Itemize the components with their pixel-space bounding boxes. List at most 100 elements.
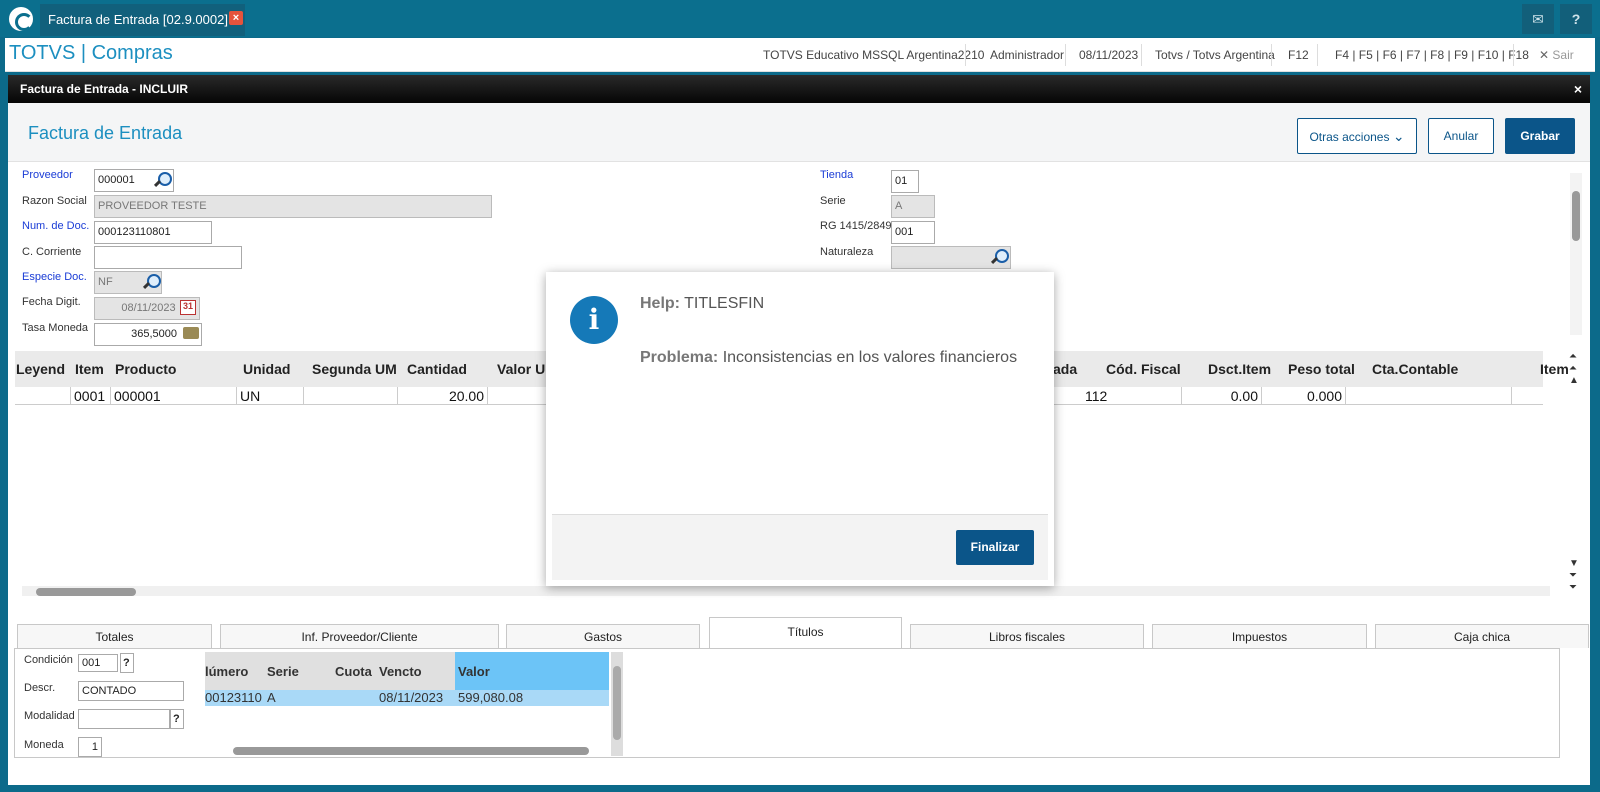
money-icon[interactable]	[183, 327, 199, 339]
more-actions-label: Otras acciones	[1309, 130, 1390, 144]
col-item[interactable]: Item	[75, 361, 104, 377]
cell-producto: 000001	[111, 387, 237, 405]
titulos-panel: Condición 001 ? Descr. CONTADO Modalidad…	[14, 648, 1560, 758]
form-scrollbar[interactable]	[1570, 173, 1582, 335]
window-close-icon[interactable]: ×	[1574, 75, 1582, 103]
naturaleza-label: Naturaleza	[820, 246, 874, 258]
scroll-down-icon[interactable]: ▼	[1569, 558, 1579, 569]
page-title: Factura de Entrada	[28, 123, 183, 143]
scrollbar-thumb[interactable]	[613, 666, 621, 740]
cancel-button[interactable]: Anular	[1428, 118, 1494, 154]
mail-icon[interactable]: ✉	[1522, 4, 1554, 34]
window-title: Factura de Entrada - INCLUIR	[20, 82, 189, 96]
tienda-field[interactable]: 01	[891, 170, 919, 193]
totvs-logo-icon	[9, 7, 33, 31]
cell-cantidad: 20.00	[398, 387, 488, 405]
num-doc-field[interactable]: 000123110801	[94, 221, 212, 244]
cell-vencto: 08/11/2023	[379, 690, 444, 705]
function-shortcuts[interactable]: F4 | F5 | F6 | F7 | F8 | F9 | F10 | F18	[1335, 48, 1529, 62]
tab-close-icon[interactable]: ×	[229, 11, 243, 25]
environment-label[interactable]: TOTVS Educativo MSSQL Argentina2210	[763, 48, 984, 62]
search-icon[interactable]	[991, 249, 1009, 265]
help-icon[interactable]: ?	[1560, 4, 1592, 34]
moneda-field[interactable]: 1	[78, 737, 102, 757]
modalidad-help-button[interactable]: ?	[170, 709, 184, 729]
col-leyend[interactable]: Leyend	[16, 361, 65, 377]
grid-horizontal-scrollbar[interactable]	[22, 586, 1550, 596]
col-numero[interactable]: lúmero	[205, 664, 248, 679]
modalidad-field[interactable]	[78, 709, 170, 729]
condicion-help-button[interactable]: ?	[120, 653, 134, 673]
tab-title: Factura de Entrada [02.9.0002]	[48, 12, 228, 27]
col-serie[interactable]: Serie	[267, 664, 299, 679]
col-partial-ada[interactable]: ada	[1053, 361, 1077, 377]
cell-valor: 599,080.08	[458, 690, 524, 705]
scroll-page-down-icon[interactable]: ⏷	[1569, 570, 1577, 581]
cell-unidad: UN	[237, 387, 304, 405]
tab-libros-fiscales[interactable]: Libros fiscales	[910, 624, 1144, 648]
col-dsct-item[interactable]: Dsct.Item	[1208, 361, 1271, 377]
f12-shortcut[interactable]: F12	[1288, 48, 1309, 62]
cell-leyend	[15, 387, 71, 405]
save-button[interactable]: Grabar	[1505, 118, 1575, 154]
col-valor[interactable]: Valor	[455, 652, 609, 690]
search-icon[interactable]	[154, 172, 172, 188]
calendar-icon[interactable]: 31	[180, 300, 196, 315]
company-label[interactable]: Totvs / Totvs Argentina	[1155, 48, 1275, 62]
scrollbar-thumb[interactable]	[233, 747, 589, 755]
col-peso-total[interactable]: Peso total	[1288, 361, 1355, 377]
tab-titulos[interactable]: Títulos	[709, 617, 902, 648]
exit-button[interactable]: ✕ Sair	[1539, 48, 1574, 62]
more-actions-button[interactable]: Otras acciones ⌄	[1297, 118, 1417, 154]
search-icon[interactable]	[143, 274, 161, 290]
tab-impuestos[interactable]: Impuestos	[1152, 624, 1367, 648]
descr-field[interactable]: CONTADO	[78, 681, 184, 701]
tab-gastos[interactable]: Gastos	[506, 624, 700, 648]
date-label[interactable]: 08/11/2023	[1079, 48, 1138, 62]
serie-field: A	[891, 195, 935, 218]
tab-totales[interactable]: Totales	[17, 624, 212, 648]
scrollbar-thumb[interactable]	[36, 588, 136, 596]
scroll-up-icon[interactable]: ▲	[1569, 375, 1579, 386]
table-row[interactable]: 00123110 A 08/11/2023 599,080.08	[205, 690, 609, 706]
cuenta-corriente-field[interactable]	[94, 246, 242, 269]
finalize-button[interactable]: Finalizar	[956, 530, 1034, 565]
scrollbar-thumb[interactable]	[1572, 191, 1580, 241]
exit-label: Sair	[1552, 48, 1574, 62]
col-cta-contable[interactable]: Cta.Contable	[1372, 361, 1458, 377]
tienda-label: Tienda	[820, 169, 854, 181]
problem-label: Problema:	[640, 349, 719, 366]
titulos-horizontal-scrollbar[interactable]	[211, 745, 607, 755]
col-segunda-um[interactable]: Segunda UM	[312, 361, 397, 377]
condicion-field[interactable]: 001	[78, 654, 118, 672]
col-unidad[interactable]: Unidad	[243, 361, 290, 377]
col-vencto[interactable]: Vencto	[379, 664, 422, 679]
col-item-2[interactable]: Item	[1540, 361, 1570, 377]
rg-field[interactable]: 001	[891, 221, 935, 244]
tasa-moneda-label: Tasa Moneda	[22, 322, 89, 334]
especie-doc-label: Especie Doc.	[22, 271, 87, 283]
problem-line: Problema: Inconsistencias en los valores…	[640, 349, 1017, 367]
divider	[1271, 44, 1272, 66]
col-producto[interactable]: Producto	[115, 361, 176, 377]
help-dialog: i Help: TITLESFIN Problema: Inconsistenc…	[546, 272, 1054, 586]
scroll-first-icon[interactable]: ⏶	[1569, 351, 1577, 362]
descr-label: Descr.	[24, 682, 56, 694]
divider	[1317, 44, 1318, 66]
titulos-vertical-scrollbar[interactable]	[611, 652, 623, 756]
scroll-last-icon[interactable]: ⏷	[1569, 582, 1577, 593]
tab-factura-de-entrada[interactable]: Factura de Entrada [02.9.0002]	[40, 4, 245, 36]
page-header: Factura de Entrada Otras acciones ⌄ Anul…	[8, 103, 1590, 162]
window-title-bar: Factura de Entrada - INCLUIR ×	[8, 75, 1590, 103]
problem-text: Inconsistencias en los valores financier…	[722, 349, 1018, 366]
tab-inf-proveedor[interactable]: Inf. Proveedor/Cliente	[220, 624, 499, 648]
num-doc-label: Num. de Doc.	[22, 220, 90, 232]
moneda-label: Moneda	[24, 739, 64, 751]
col-cuota[interactable]: Cuota	[335, 664, 372, 679]
tab-caja-chica[interactable]: Caja chica	[1375, 624, 1589, 648]
cell-dsct-item: 0.00	[1182, 387, 1262, 405]
user-label[interactable]: Administrador	[990, 48, 1064, 62]
col-cantidad[interactable]: Cantidad	[407, 361, 467, 377]
scroll-page-up-icon[interactable]: ⏶	[1569, 363, 1577, 374]
col-cod-fiscal[interactable]: Cód. Fiscal	[1106, 361, 1181, 377]
